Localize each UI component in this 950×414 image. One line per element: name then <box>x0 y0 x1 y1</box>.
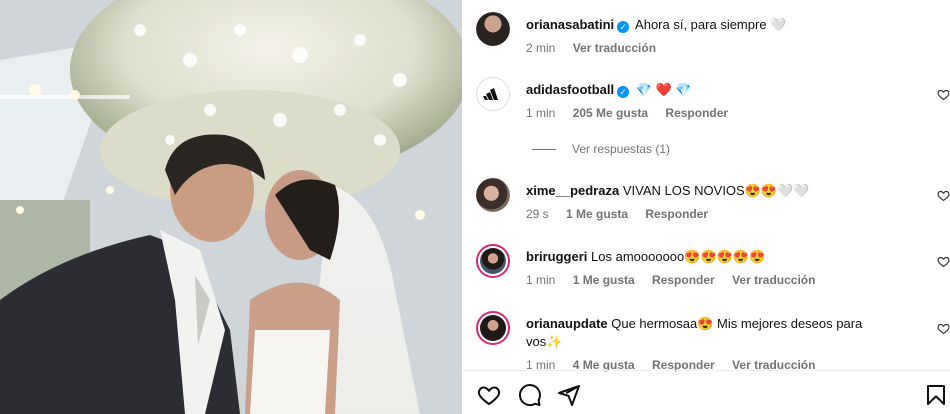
commenter-username[interactable]: adidasfootball <box>526 82 614 97</box>
comment-time: 1 min <box>526 273 556 287</box>
comment-text: orianaupdate Que hermosaa😍 Mis mejores d… <box>526 315 890 351</box>
comment-time: 29 s <box>526 207 549 221</box>
send-icon[interactable] <box>557 383 581 407</box>
caption-body: Ahora sí, para siempre 🤍 <box>635 17 787 32</box>
comments-panel: orianasabatini ✓ Ahora sí, para siempre 🤍… <box>462 0 950 414</box>
wedding-photo-illustration <box>0 0 462 414</box>
commenter-avatar[interactable] <box>476 244 510 278</box>
caption-text: orianasabatini ✓ Ahora sí, para siempre 🤍 <box>526 16 920 34</box>
commenter-username[interactable]: briruggeri <box>526 249 587 264</box>
comment-likes[interactable]: 1 Me gusta <box>573 273 635 287</box>
comment-likes[interactable]: 1 Me gusta <box>566 207 628 221</box>
reply-button[interactable]: Responder <box>652 273 715 287</box>
comment-meta: 29 s 1 Me gusta Responder <box>526 207 722 221</box>
caption-translate-link[interactable]: Ver traducción <box>573 41 656 55</box>
reply-button[interactable]: Responder <box>645 207 708 221</box>
comment-icon[interactable] <box>518 383 542 407</box>
heart-icon[interactable] <box>937 255 950 268</box>
caption-meta: 2 min Ver traducción <box>526 41 670 55</box>
comment-text: xime__pedraza VIVAN LOS NOVIOS😍😍🤍🤍 <box>526 182 920 200</box>
author-username[interactable]: orianasabatini <box>526 17 614 32</box>
reply-button[interactable]: Responder <box>665 106 728 120</box>
caption-time: 2 min <box>526 41 556 55</box>
commenter-username[interactable]: xime__pedraza <box>526 183 619 198</box>
verified-badge-icon: ✓ <box>617 21 630 33</box>
heart-icon[interactable] <box>477 383 501 407</box>
comment-meta: 1 min 1 Me gusta Responder Ver traducció… <box>526 273 829 287</box>
comment-likes[interactable]: 205 Me gusta <box>573 106 648 120</box>
replies-divider <box>532 149 556 151</box>
commenter-username[interactable]: orianaupdate <box>526 316 608 331</box>
commenter-avatar[interactable] <box>476 178 510 212</box>
author-avatar[interactable] <box>476 12 510 46</box>
verified-badge-icon: ✓ <box>617 86 630 98</box>
heart-icon[interactable] <box>937 322 950 335</box>
bookmark-icon[interactable] <box>924 383 948 407</box>
adidas-logo-icon <box>483 88 498 100</box>
post-photo <box>0 0 462 414</box>
translate-link[interactable]: Ver traducción <box>732 273 815 287</box>
comment-text: adidasfootball ✓ 💎 ❤️ 💎 <box>526 81 920 99</box>
comment-time: 1 min <box>526 106 556 120</box>
comment-text: briruggeri Los amooooooo😍😍😍😍😍 <box>526 248 920 266</box>
commenter-avatar[interactable] <box>476 77 510 111</box>
view-replies-link[interactable]: Ver respuestas (1) <box>532 142 670 156</box>
commenter-avatar[interactable] <box>476 311 510 345</box>
view-replies-label[interactable]: Ver respuestas (1) <box>572 142 670 156</box>
heart-icon[interactable] <box>937 88 950 101</box>
post-action-bar <box>462 370 950 414</box>
comment-body: VIVAN LOS NOVIOS😍😍🤍🤍 <box>622 183 810 198</box>
comment-meta: 1 min 205 Me gusta Responder <box>526 106 742 120</box>
comment-body: Los amooooooo😍😍😍😍😍 <box>591 249 766 264</box>
heart-icon[interactable] <box>937 189 950 202</box>
comment-body: 💎 ❤️ 💎 <box>635 82 692 97</box>
